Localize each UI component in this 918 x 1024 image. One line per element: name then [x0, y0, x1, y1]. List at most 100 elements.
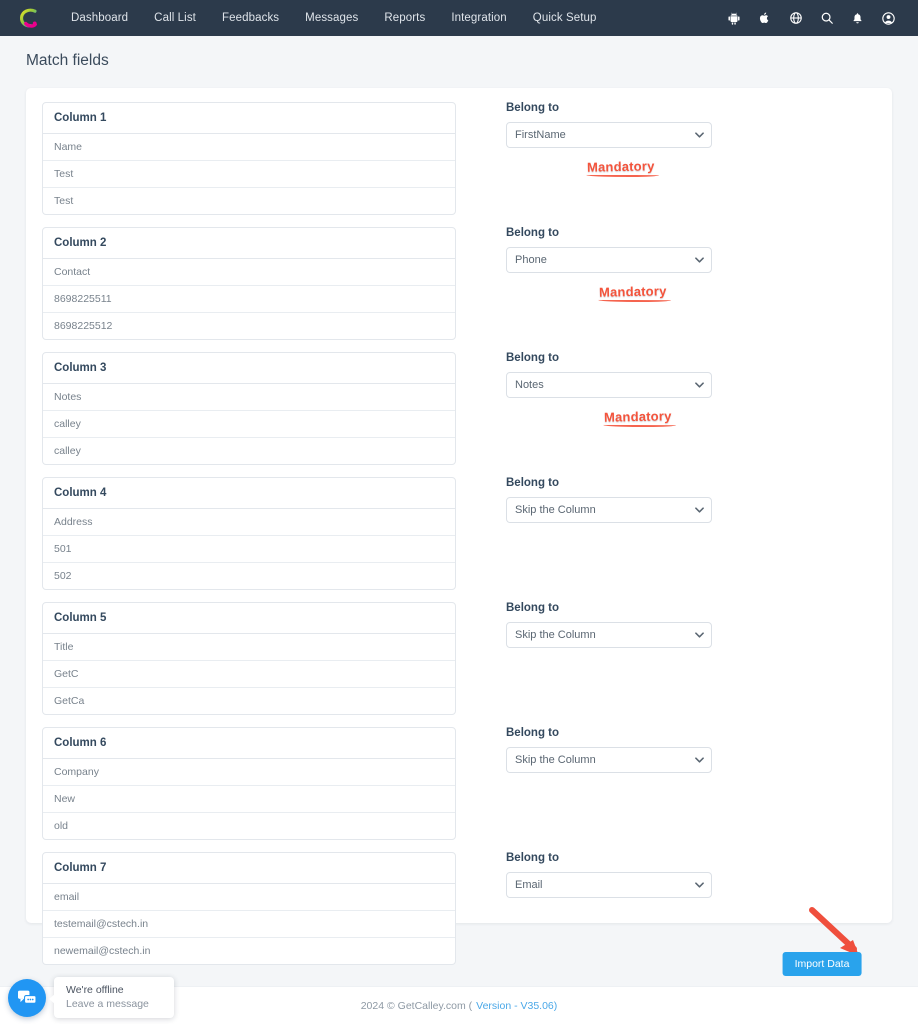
match-rows: Column 1 Name Test Test Belong to FirstN… — [26, 88, 892, 965]
match-fields-card: Column 1 Name Test Test Belong to FirstN… — [26, 88, 892, 965]
column-cell: newemail@cstech.in — [54, 945, 151, 957]
bell-icon[interactable] — [850, 11, 865, 26]
column-preview-table: Column 1 Name Test Test — [42, 102, 456, 215]
column-cell: calley — [43, 411, 455, 438]
column-header: Column 6 — [43, 728, 455, 759]
belong-to-block: Belong to Skip the Column — [456, 727, 876, 773]
belong-to-select-column-2[interactable]: Phone — [506, 247, 712, 273]
column-cell: Title — [43, 634, 455, 661]
column-cell: Test — [54, 195, 74, 207]
belong-to-label: Belong to — [506, 727, 560, 739]
belong-to-block: Belong to Skip the Column — [456, 602, 876, 648]
belong-to-block: Belong to Notes Mandatory — [456, 352, 876, 425]
footer-copyright: 2024 © GetCalley.com ( — [360, 999, 473, 1012]
column-preview-table: Column 5 Title GetC GetCa — [42, 602, 456, 715]
page-title: Match fields — [26, 52, 109, 69]
search-icon[interactable] — [819, 11, 834, 26]
column-preview-table: Column 6 Company New old — [42, 727, 456, 840]
mandatory-annotation: Mandatory — [586, 158, 655, 175]
column-cell: Notes — [43, 384, 455, 411]
column-header: Column 4 — [43, 478, 455, 509]
belong-to-block: Belong to Skip the Column — [456, 477, 876, 523]
footer-version: Version - V35.06 — [476, 999, 554, 1012]
match-row: Column 7 email testemail@cstech.in newem… — [26, 852, 892, 965]
match-row: Column 5 Title GetC GetCa Belong to Skip… — [26, 602, 892, 715]
belong-to-label: Belong to — [506, 102, 560, 114]
belong-to-select-wrap: FirstName — [506, 122, 712, 148]
page-body: Match fields Column 1 Name Test Test Bel… — [0, 36, 918, 1024]
column-preview-table: Column 4 Address 501 502 — [42, 477, 456, 590]
footer-paren: ) — [553, 999, 558, 1012]
column-header: Column 5 — [43, 603, 455, 634]
user-account-icon[interactable] — [881, 11, 896, 26]
column-cell: old — [54, 820, 69, 832]
belong-to-select-column-4[interactable]: Skip the Column — [506, 497, 712, 523]
belong-to-select-wrap: Notes — [506, 372, 712, 398]
nav-link-integration[interactable]: Integration — [438, 6, 519, 30]
column-cell: Company — [43, 759, 455, 786]
column-cell: GetCa — [54, 695, 85, 707]
belong-to-select-column-1[interactable]: FirstName — [506, 122, 712, 148]
chat-status-card[interactable]: We're offline Leave a message — [49, 977, 174, 1018]
nav-link-quick-setup[interactable]: Quick Setup — [520, 6, 610, 30]
column-cell: Address — [43, 509, 455, 536]
belong-to-label: Belong to — [506, 602, 560, 614]
match-row: Column 6 Company New old Belong to Skip … — [26, 727, 892, 840]
belong-to-select-wrap: Skip the Column — [506, 622, 712, 648]
belong-to-label: Belong to — [506, 352, 560, 364]
column-header: Column 1 — [43, 103, 455, 134]
column-cell: calley — [54, 445, 81, 457]
nav-link-feedbacks[interactable]: Feedbacks — [209, 6, 292, 30]
column-cell: 8698225512 — [54, 320, 113, 332]
match-row: Column 2 Contact 8698225511 8698225512 B… — [26, 227, 892, 340]
globe-icon[interactable] — [788, 11, 803, 26]
nav-link-messages[interactable]: Messages — [292, 6, 371, 30]
belong-to-select-wrap: Email — [506, 872, 712, 898]
belong-to-label: Belong to — [506, 852, 560, 864]
column-cell: Contact — [43, 259, 455, 286]
navbar-actions — [726, 11, 904, 26]
belong-to-block: Belong to FirstName Mandatory — [456, 102, 876, 175]
belong-to-label: Belong to — [506, 477, 560, 489]
belong-to-block: Belong to Phone Mandatory — [456, 227, 876, 300]
chat-bubble-icon[interactable] — [8, 978, 46, 1017]
column-cell: Test — [43, 161, 455, 188]
main-nav: Dashboard Call List Feedbacks Messages R… — [58, 6, 610, 30]
column-header: Column 3 — [43, 353, 455, 384]
belong-to-select-column-7[interactable]: Email — [506, 872, 712, 898]
column-cell: testemail@cstech.in — [43, 911, 455, 938]
match-row: Column 3 Notes calley calley Belong to N… — [26, 352, 892, 465]
column-cell: 502 — [54, 570, 72, 582]
nav-link-dashboard[interactable]: Dashboard — [58, 6, 141, 30]
import-data-button[interactable]: Import Data — [782, 952, 862, 976]
belong-to-block: Belong to Email — [456, 852, 876, 898]
belong-to-label: Belong to — [506, 227, 560, 239]
belong-to-select-column-3[interactable]: Notes — [506, 372, 712, 398]
column-preview-table: Column 2 Contact 8698225511 8698225512 — [42, 227, 456, 340]
chat-status-subtitle: Leave a message — [66, 998, 149, 1010]
column-cell: 8698225511 — [43, 286, 455, 313]
getcalley-logo[interactable] — [16, 5, 42, 31]
belong-to-select-wrap: Phone — [506, 247, 712, 273]
match-row: Column 1 Name Test Test Belong to FirstN… — [26, 102, 892, 215]
belong-to-select-column-5[interactable]: Skip the Column — [506, 622, 712, 648]
android-icon[interactable] — [726, 11, 741, 26]
column-cell: Name — [43, 134, 455, 161]
column-cell: New — [43, 786, 455, 813]
column-header: Column 7 — [43, 853, 455, 884]
mandatory-annotation: Mandatory — [603, 408, 672, 425]
apple-icon[interactable] — [757, 11, 772, 26]
column-cell: email — [43, 884, 455, 911]
column-preview-table: Column 3 Notes calley calley — [42, 352, 456, 465]
match-row: Column 4 Address 501 502 Belong to Skip … — [26, 477, 892, 590]
column-cell: 501 — [43, 536, 455, 563]
chat-status-title: We're offline — [66, 984, 124, 996]
chat-widget: We're offline Leave a message — [8, 977, 174, 1018]
nav-link-call-list[interactable]: Call List — [141, 6, 209, 30]
belong-to-select-wrap: Skip the Column — [506, 747, 712, 773]
column-preview-table: Column 7 email testemail@cstech.in newem… — [42, 852, 456, 965]
nav-link-reports[interactable]: Reports — [371, 6, 438, 30]
column-header: Column 2 — [43, 228, 455, 259]
belong-to-select-column-6[interactable]: Skip the Column — [506, 747, 712, 773]
belong-to-select-wrap: Skip the Column — [506, 497, 712, 523]
